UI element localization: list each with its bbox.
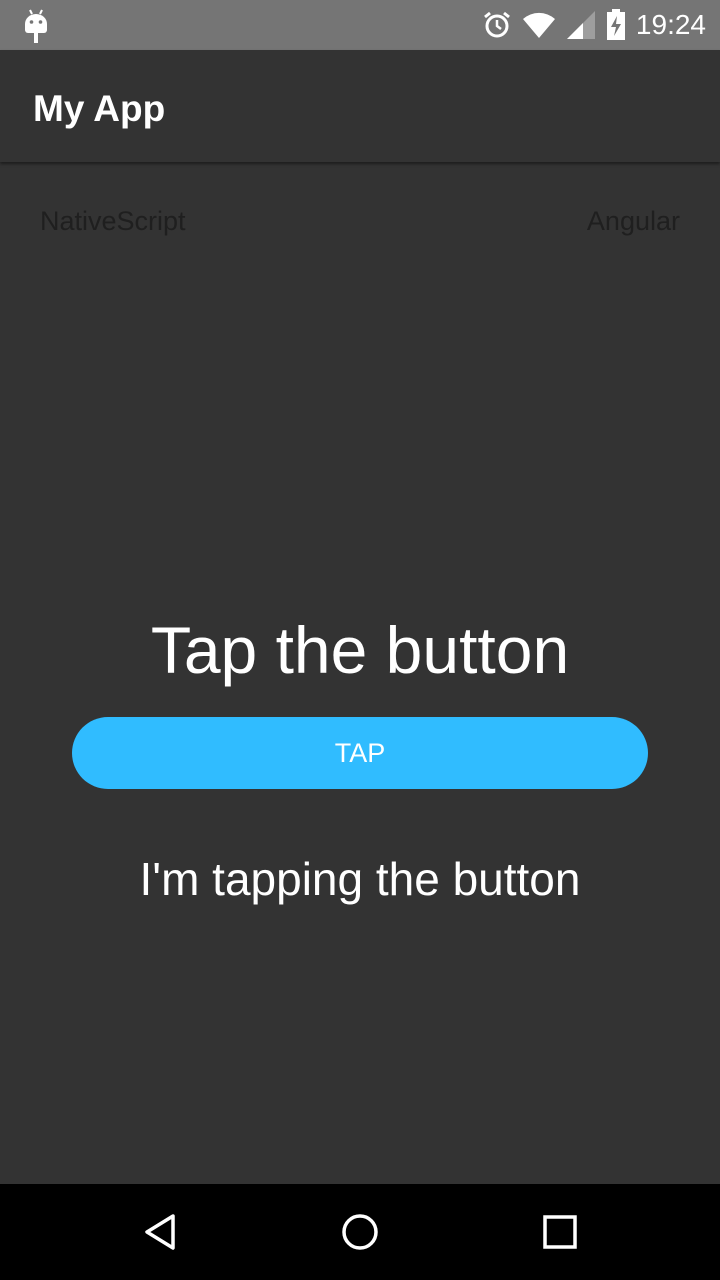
tap-button[interactable]: TAP xyxy=(72,717,648,789)
nativescript-label: NativeScript xyxy=(40,206,186,236)
signal-icon xyxy=(566,11,595,39)
main-content: NativeScript Angular Tap the button TAP … xyxy=(0,162,720,1184)
android-icon xyxy=(25,9,47,43)
tap-message: I'm tapping the button xyxy=(139,853,581,905)
headline: Tap the button xyxy=(150,613,570,687)
back-icon[interactable] xyxy=(140,1212,180,1252)
status-icons: 19:24 xyxy=(472,0,706,50)
app-title: My App xyxy=(33,88,166,129)
status-time: 19:24 xyxy=(635,9,706,40)
angular-label: Angular xyxy=(586,206,680,236)
battery-charging-icon xyxy=(606,9,625,40)
alarm-icon xyxy=(483,11,510,38)
recents-icon[interactable] xyxy=(540,1212,580,1252)
action-bar: My App xyxy=(0,50,720,162)
home-icon[interactable] xyxy=(340,1212,380,1252)
wifi-icon xyxy=(522,12,555,39)
navigation-bar xyxy=(0,1184,720,1280)
status-bar: 19:24 xyxy=(0,0,720,50)
